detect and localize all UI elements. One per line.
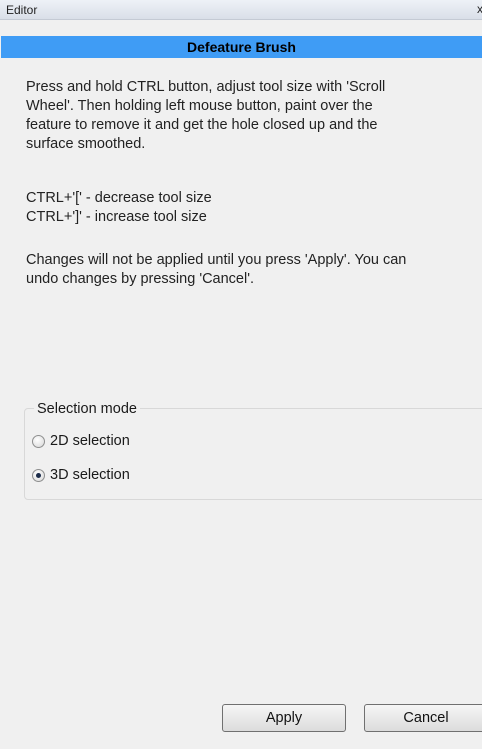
- window-title: Editor: [6, 3, 38, 17]
- apply-button[interactable]: Apply: [222, 704, 346, 732]
- radio-button-checked-icon[interactable]: [32, 468, 45, 482]
- radio-3d-selection-label: 3D selection: [50, 467, 130, 483]
- selection-mode-label: Selection mode: [34, 401, 140, 417]
- window-titlebar: Editor x: [0, 0, 482, 20]
- radio-3d-selection[interactable]: 3D selection: [32, 467, 130, 483]
- radio-2d-selection[interactable]: 2D selection: [32, 433, 130, 449]
- close-icon[interactable]: x: [477, 2, 482, 16]
- instruction-shortcuts: CTRL+'[' - decrease tool size CTRL+']' -…: [26, 190, 212, 225]
- panel-title: Defeature Brush: [1, 36, 482, 58]
- instruction-paragraph-3: Changes will not be applied until you pr…: [26, 252, 407, 287]
- radio-button-unchecked-icon[interactable]: [32, 434, 45, 448]
- selection-mode-group: [24, 408, 482, 500]
- cancel-button[interactable]: Cancel: [364, 704, 482, 732]
- instruction-paragraph-1: Press and hold CTRL button, adjust tool …: [26, 79, 386, 152]
- radio-2d-selection-label: 2D selection: [50, 433, 130, 449]
